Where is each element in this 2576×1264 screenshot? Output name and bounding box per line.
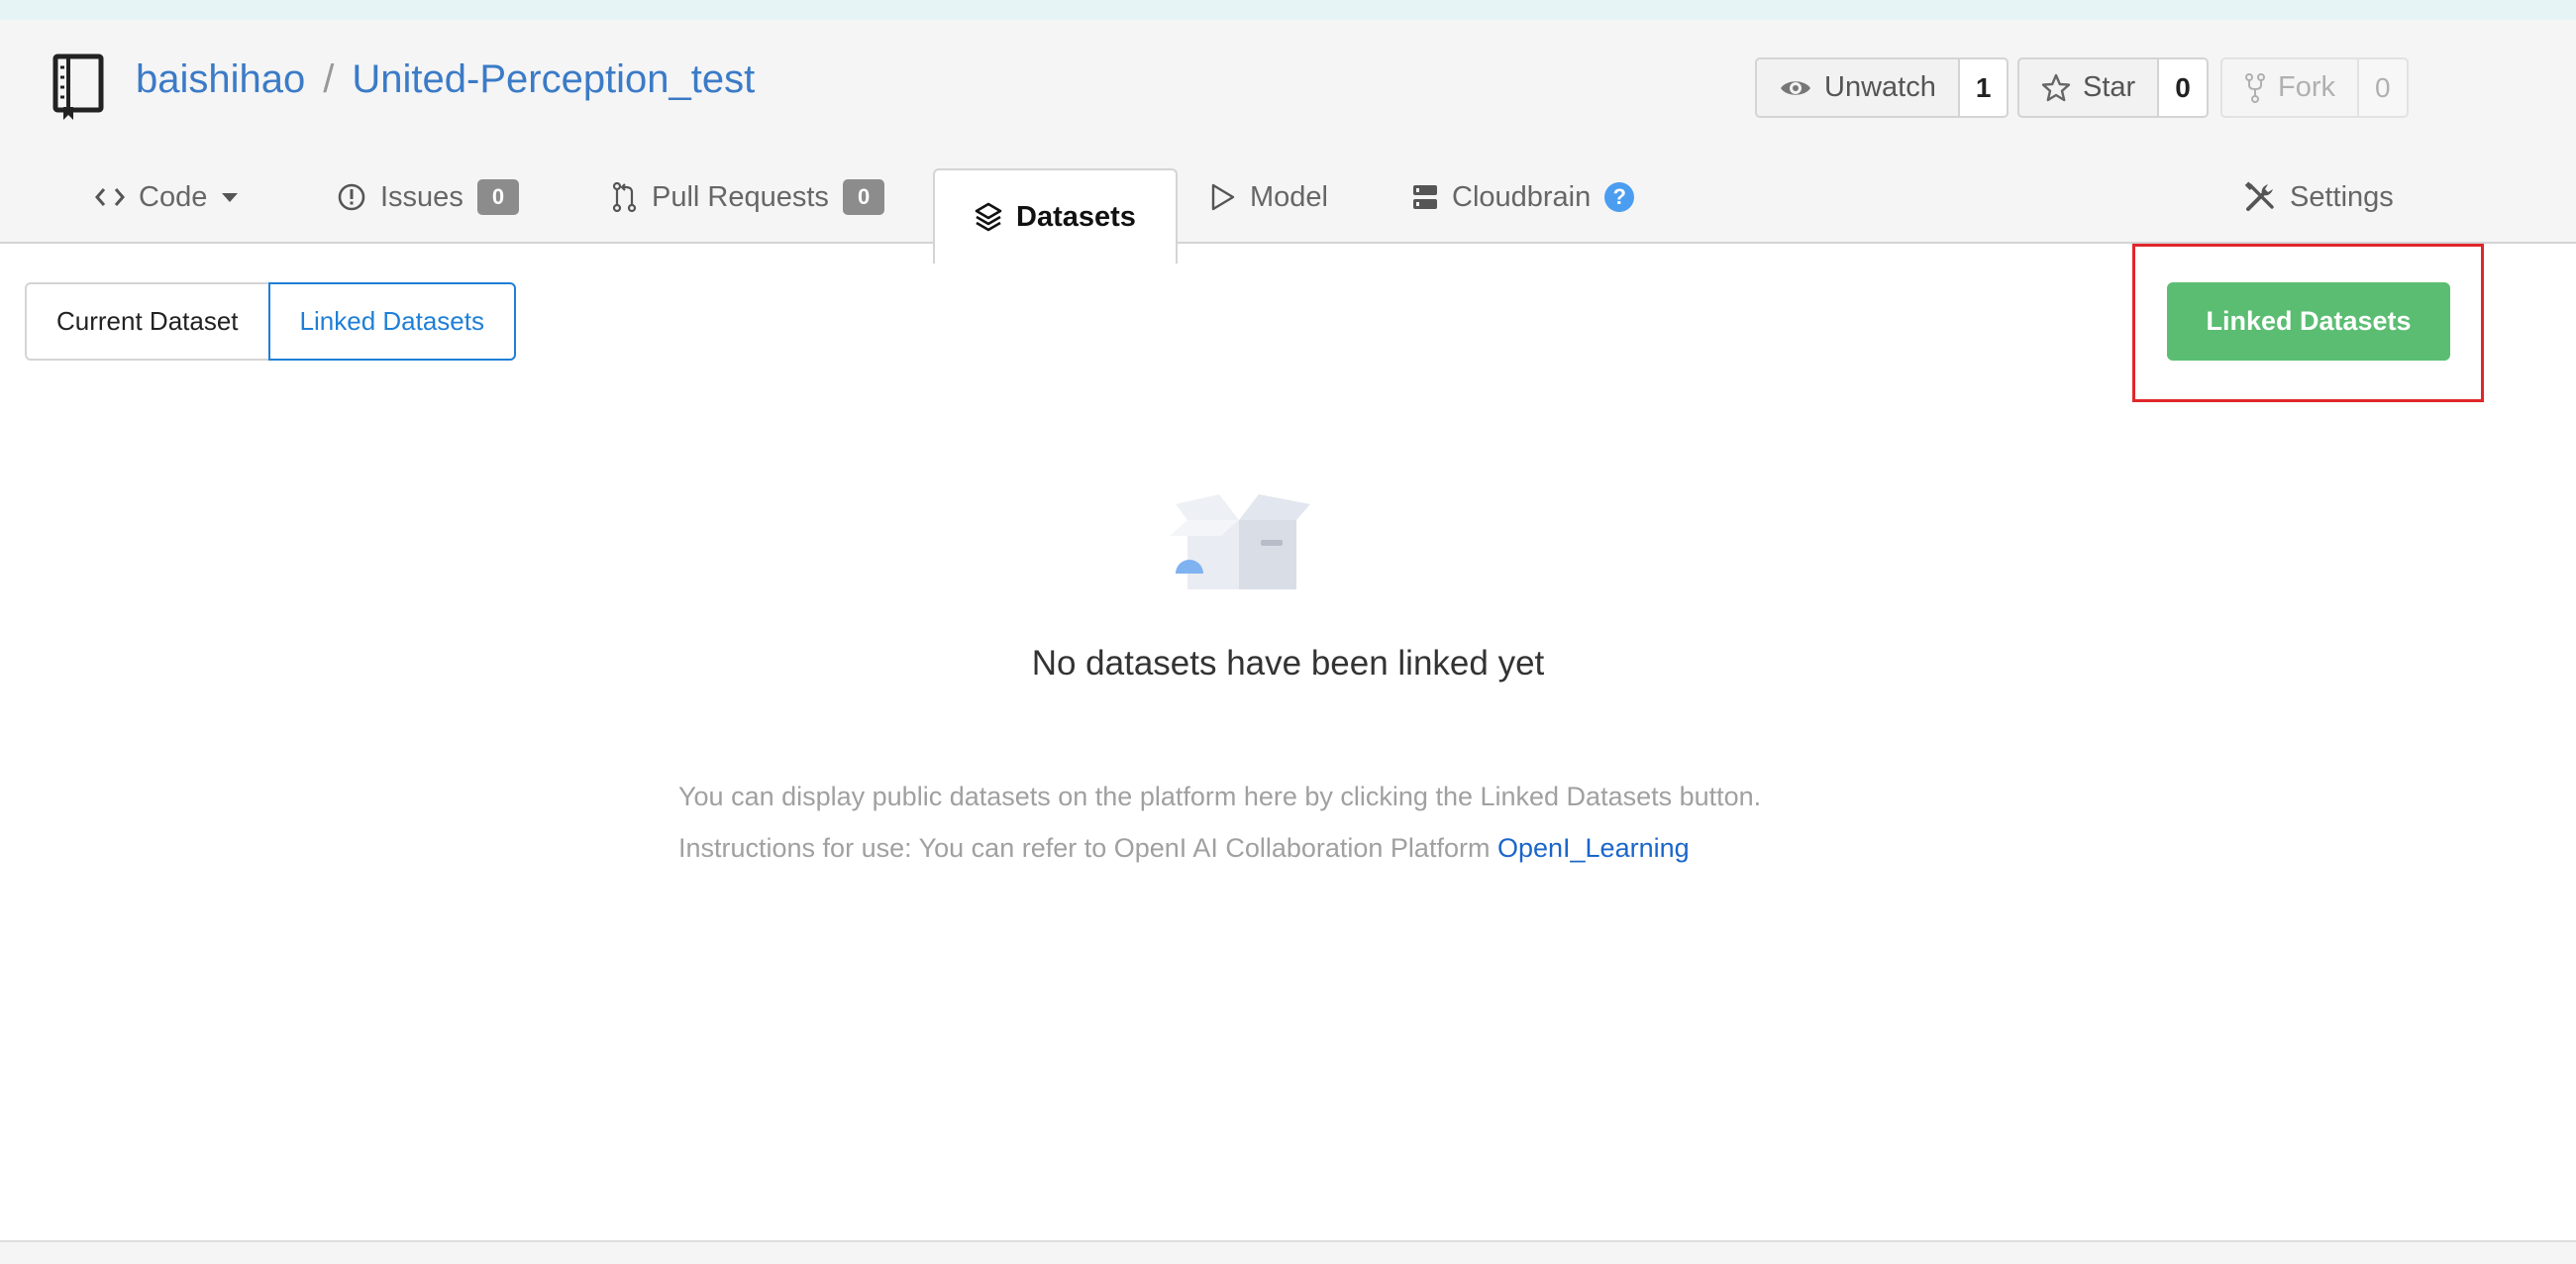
- repo-name-link[interactable]: United-Perception_test: [352, 57, 755, 101]
- tab-cloudbrain-label: Cloudbrain: [1452, 180, 1592, 213]
- play-outline-icon: [1211, 183, 1235, 211]
- tools-icon: [2244, 181, 2274, 211]
- empty-box-icon: [1170, 494, 1310, 589]
- tab-model[interactable]: Model: [1210, 151, 1328, 244]
- tab-model-label: Model: [1250, 180, 1328, 213]
- tab-cloudbrain[interactable]: Cloudbrain ?: [1412, 151, 1635, 244]
- server-icon: [1413, 185, 1437, 209]
- tab-pull-requests-label: Pull Requests: [652, 180, 829, 213]
- current-dataset-button[interactable]: Current Dataset: [25, 282, 268, 361]
- tab-issues-label: Issues: [380, 180, 464, 213]
- repo-owner-link[interactable]: baishihao: [136, 57, 305, 101]
- empty-state-title: No datasets have been linked yet: [1031, 644, 1545, 683]
- linked-datasets-toggle-button[interactable]: Linked Datasets: [267, 282, 516, 361]
- eye-icon: [1781, 80, 1810, 95]
- watch-count[interactable]: 1: [1959, 57, 2009, 118]
- tab-datasets-label: Datasets: [1016, 200, 1136, 233]
- pull-request-icon: [612, 181, 637, 213]
- fork-group: Fork 0: [2220, 57, 2409, 118]
- layers-icon: [975, 202, 1002, 232]
- repo-title: baishihao / United-Perception_test: [136, 57, 755, 102]
- tab-datasets[interactable]: Datasets: [933, 168, 1178, 263]
- empty-state-line2-text: Instructions for use: You can refer to O…: [678, 833, 1497, 863]
- fork-count[interactable]: 0: [2359, 57, 2409, 118]
- chevron-down-icon: [222, 193, 239, 202]
- tab-issues[interactable]: Issues 0: [337, 151, 520, 244]
- empty-state-line1: You can display public datasets on the p…: [678, 782, 1762, 811]
- linked-datasets-button[interactable]: Linked Datasets: [2167, 282, 2450, 361]
- dataset-toggle: Current Dataset Linked Datasets: [25, 282, 516, 361]
- star-label: Star: [2083, 71, 2136, 103]
- star-group: Star 0: [2017, 57, 2209, 118]
- issues-count-badge: 0: [476, 179, 520, 215]
- top-strip: [0, 0, 2576, 20]
- issue-icon: [338, 183, 365, 211]
- star-count[interactable]: 0: [2159, 57, 2209, 118]
- fork-label: Fork: [2278, 71, 2335, 103]
- pull-requests-count-badge: 0: [842, 179, 885, 215]
- star-icon: [2041, 73, 2071, 101]
- tab-settings-label: Settings: [2290, 180, 2394, 213]
- watch-group: Unwatch 1: [1755, 57, 2009, 118]
- tab-code[interactable]: Code: [95, 151, 239, 244]
- star-button[interactable]: Star: [2017, 57, 2160, 118]
- footer-bar: [0, 1240, 2576, 1264]
- repo-header: baishihao / United-Perception_test Unwatch…: [0, 20, 2576, 263]
- empty-state-description: You can display public datasets on the p…: [678, 771, 1761, 874]
- repo-title-separator: /: [323, 57, 335, 101]
- code-icon: [95, 188, 125, 206]
- unwatch-button[interactable]: Unwatch: [1755, 57, 1960, 118]
- tab-settings[interactable]: Settings: [2244, 151, 2394, 244]
- help-icon[interactable]: ?: [1604, 182, 1635, 212]
- fork-icon: [2245, 72, 2265, 103]
- tab-code-label: Code: [139, 180, 208, 213]
- repo-book-icon: [52, 53, 104, 120]
- tab-pull-requests[interactable]: Pull Requests 0: [612, 151, 885, 244]
- empty-state-line2: Instructions for use: You can refer to O…: [678, 822, 1761, 874]
- unwatch-label: Unwatch: [1824, 71, 1936, 103]
- openi-learning-link[interactable]: OpenI_Learning: [1497, 833, 1690, 863]
- fork-button[interactable]: Fork: [2220, 57, 2359, 118]
